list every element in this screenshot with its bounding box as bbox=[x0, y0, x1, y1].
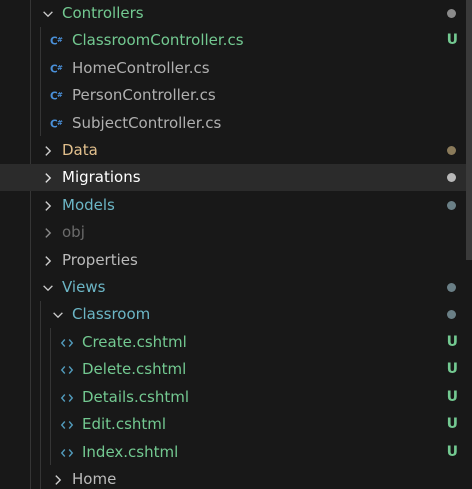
tree-item-label: Index.cshtml bbox=[82, 443, 179, 461]
svg-text:#: # bbox=[57, 63, 63, 71]
tree-item-details-cshtml[interactable]: Details.cshtml U bbox=[0, 384, 472, 411]
tree-item-label: Classroom bbox=[72, 305, 151, 323]
status-badge: U bbox=[446, 416, 458, 432]
tree-item-label: obj bbox=[62, 223, 85, 241]
tree-item-migrations[interactable]: Migrations bbox=[0, 164, 472, 191]
html-file-icon bbox=[59, 411, 75, 438]
html-file-icon bbox=[59, 329, 75, 356]
html-file-icon bbox=[59, 356, 75, 383]
status-badge: U bbox=[446, 334, 458, 350]
svg-text:#: # bbox=[57, 118, 63, 126]
tree-item-models[interactable]: Models bbox=[0, 192, 472, 219]
tree-item-label: Controllers bbox=[62, 4, 144, 22]
tree-item-data[interactable]: Data bbox=[0, 137, 472, 164]
tree-item-home-controller[interactable]: C # HomeController.cs bbox=[0, 55, 472, 82]
csharp-file-icon: C # bbox=[49, 82, 65, 109]
tree-item-views[interactable]: Views bbox=[0, 274, 472, 301]
tree-item-label: SubjectController.cs bbox=[72, 114, 222, 132]
svg-text:#: # bbox=[57, 35, 63, 43]
tree-item-label: HomeController.cs bbox=[72, 59, 210, 77]
status-badge: U bbox=[446, 444, 458, 460]
status-badge: U bbox=[446, 389, 458, 405]
tree-item-properties[interactable]: Properties bbox=[0, 247, 472, 274]
tree-item-controllers[interactable]: Controllers bbox=[0, 0, 472, 27]
tree-item-label: Models bbox=[62, 196, 115, 214]
tree-item-edit-cshtml[interactable]: Edit.cshtml U bbox=[0, 411, 472, 438]
chevron-right-icon bbox=[40, 164, 56, 191]
html-file-icon bbox=[59, 384, 75, 411]
tree-item-label: Create.cshtml bbox=[82, 333, 187, 351]
chevron-down-icon bbox=[40, 0, 56, 27]
tree-item-label: PersonController.cs bbox=[72, 86, 216, 104]
tree-item-index-cshtml[interactable]: Index.cshtml U bbox=[0, 439, 472, 466]
tree-item-subject-controller[interactable]: C # SubjectController.cs bbox=[0, 110, 472, 137]
status-badge: U bbox=[446, 361, 458, 377]
tree-item-classroom-controller[interactable]: C # ClassroomController.cs U bbox=[0, 27, 472, 54]
tree-item-label: ClassroomController.cs bbox=[72, 31, 244, 49]
tree-item-classroom[interactable]: Classroom bbox=[0, 301, 472, 328]
tree-item-person-controller[interactable]: C # PersonController.cs bbox=[0, 82, 472, 109]
tree-item-delete-cshtml[interactable]: Delete.cshtml U bbox=[0, 356, 472, 383]
chevron-right-icon bbox=[40, 137, 56, 164]
svg-text:#: # bbox=[57, 90, 63, 98]
status-dot bbox=[447, 173, 456, 182]
tree-item-label: Home bbox=[72, 470, 117, 488]
chevron-right-icon bbox=[50, 466, 66, 489]
tree-item-label: Edit.cshtml bbox=[82, 415, 167, 433]
tree-item-label: Delete.cshtml bbox=[82, 360, 187, 378]
chevron-right-icon bbox=[40, 192, 56, 219]
chevron-right-icon bbox=[40, 247, 56, 274]
tree-item-label: Properties bbox=[62, 251, 138, 269]
chevron-down-icon bbox=[40, 274, 56, 301]
status-dot bbox=[447, 9, 456, 18]
tree-item-obj[interactable]: obj bbox=[0, 219, 472, 246]
tree-item-label: Migrations bbox=[62, 168, 141, 186]
html-file-icon bbox=[59, 439, 75, 466]
scrollbar-thumb[interactable] bbox=[466, 0, 472, 260]
tree-item-label: Views bbox=[62, 278, 106, 296]
status-dot bbox=[447, 146, 456, 155]
status-dot bbox=[447, 201, 456, 210]
chevron-right-icon bbox=[40, 219, 56, 246]
explorer-tree: Controllers C # ClassroomController.cs U … bbox=[0, 0, 472, 489]
tree-item-label: Details.cshtml bbox=[82, 388, 189, 406]
csharp-file-icon: C # bbox=[49, 27, 65, 54]
tree-item-create-cshtml[interactable]: Create.cshtml U bbox=[0, 329, 472, 356]
csharp-file-icon: C # bbox=[49, 110, 65, 137]
status-dot bbox=[447, 310, 456, 319]
csharp-file-icon: C # bbox=[49, 55, 65, 82]
tree-item-label: Data bbox=[62, 141, 98, 159]
status-badge: U bbox=[446, 32, 458, 48]
chevron-down-icon bbox=[50, 301, 66, 328]
status-dot bbox=[447, 283, 456, 292]
tree-item-home[interactable]: Home bbox=[0, 466, 472, 489]
